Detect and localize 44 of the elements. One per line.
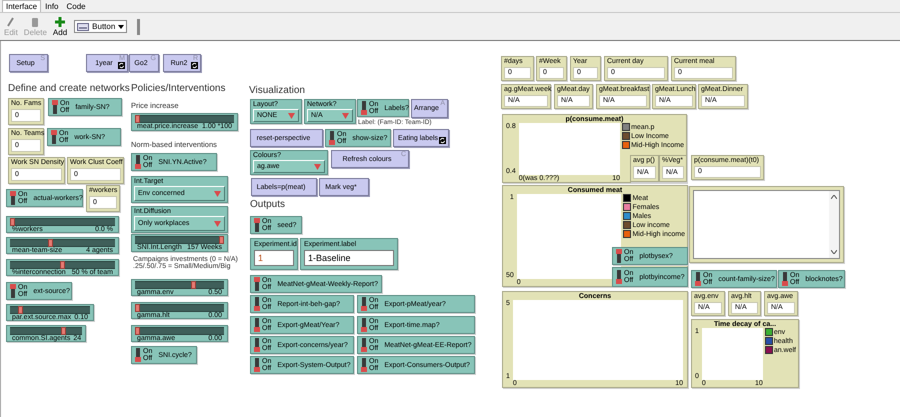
note-text: Policies/Interventions — [131, 83, 226, 94]
slider-track[interactable] — [10, 218, 115, 226]
slider-thumb[interactable] — [135, 327, 140, 335]
scroll-up-icon[interactable] — [831, 195, 837, 199]
caret-icon — [214, 220, 221, 226]
slider-thumb[interactable] — [10, 218, 15, 226]
slider-track[interactable] — [135, 327, 224, 335]
slider-track[interactable] — [135, 115, 234, 123]
slider-thumb[interactable] — [219, 236, 224, 244]
caret-icon — [118, 24, 124, 28]
slider-thumb[interactable] — [60, 261, 65, 269]
slider-track[interactable] — [135, 304, 224, 312]
tab[interactable]: Info — [41, 0, 62, 12]
slider-thumb[interactable] — [60, 327, 66, 335]
plus-icon — [55, 16, 66, 26]
note-text: Outputs — [250, 199, 286, 210]
widget-type-icon — [77, 22, 90, 30]
note-text: Define and create networks — [8, 83, 130, 94]
scroll-down-icon[interactable] — [831, 250, 837, 254]
widget-type-dropdown[interactable]: Button — [74, 20, 128, 33]
toolbar-button[interactable]: Add — [52, 16, 68, 36]
slider-track[interactable] — [135, 236, 224, 244]
plot-area — [702, 328, 763, 380]
slider-thumb[interactable] — [18, 306, 22, 314]
tab[interactable]: Code — [62, 0, 90, 12]
caret-icon — [214, 190, 221, 196]
caret-icon — [342, 112, 349, 118]
caret-icon — [314, 164, 321, 170]
slider-thumb[interactable] — [135, 304, 140, 312]
tab[interactable]: Interface — [2, 0, 42, 12]
slider-thumb[interactable] — [48, 239, 53, 247]
input-field[interactable]: 1 — [254, 250, 294, 266]
input-field[interactable]: 1-Baseline — [304, 250, 394, 266]
pencil-icon — [6, 16, 16, 26]
slider-track[interactable] — [10, 306, 90, 314]
slider-track[interactable] — [10, 327, 82, 335]
trash-icon — [30, 16, 40, 26]
slider-thumb[interactable] — [135, 115, 140, 123]
note-text: Visualization — [249, 85, 305, 96]
slider-track[interactable] — [10, 239, 115, 247]
caret-icon — [288, 112, 295, 118]
slider-track[interactable] — [10, 261, 115, 269]
slider-thumb[interactable] — [191, 281, 196, 289]
slider-track[interactable] — [135, 281, 224, 289]
